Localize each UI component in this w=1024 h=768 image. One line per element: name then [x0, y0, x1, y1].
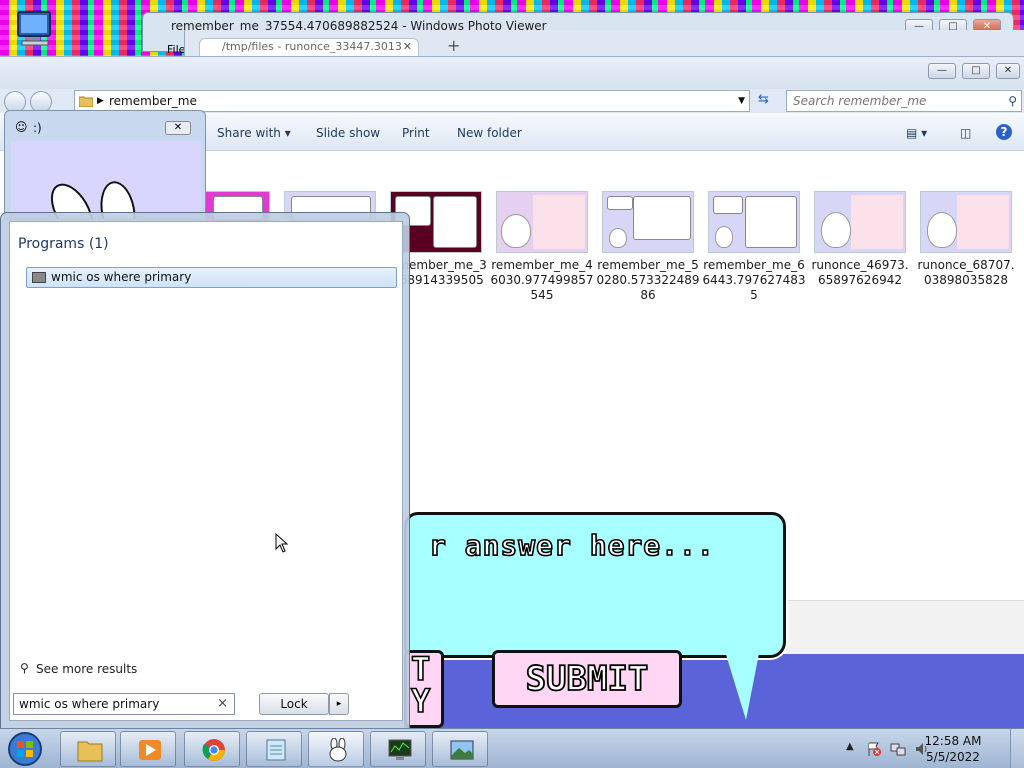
explorer-minimize-button[interactable]: —	[928, 63, 956, 79]
breadcrumb-arrow-icon: ▶	[97, 96, 104, 106]
answer-input[interactable]: r answer here...	[404, 512, 786, 658]
browser-tab[interactable]: /tmp/files - runonce_33447.3013 ✕	[199, 38, 419, 56]
folder-icon	[79, 96, 93, 107]
new-folder-button[interactable]: New folder	[457, 126, 522, 140]
file-thumbnail[interactable]	[496, 191, 588, 253]
see-more-label: See more results	[36, 662, 138, 676]
refresh-icon[interactable]: ⇆	[758, 92, 769, 107]
game-background-strip	[786, 600, 1024, 654]
explorer-close-button[interactable]: ✕	[996, 63, 1020, 79]
see-more-results-link[interactable]: ⚲ See more results	[20, 661, 138, 676]
breadcrumb[interactable]: remember_me	[109, 94, 197, 108]
media-player-icon	[139, 740, 161, 760]
taskbar: ▲ 12:58 AM 5/5/2022	[0, 728, 1024, 768]
new-tab-icon[interactable]: +	[447, 36, 460, 55]
clock-date: 5/5/2022	[926, 750, 980, 764]
lock-button[interactable]: Lock	[259, 693, 329, 715]
search-placeholder: Search remember_me	[793, 94, 927, 108]
taskbar-task-manager[interactable]	[370, 731, 426, 767]
start-search-value: wmic os where primary	[19, 697, 160, 711]
share-with-label: Share with	[217, 126, 281, 140]
slide-show-button[interactable]: Slide show	[316, 126, 380, 140]
taskbar-explorer[interactable]	[60, 731, 116, 767]
monitor-icon	[388, 739, 412, 760]
share-with-button[interactable]: Share with ▾	[217, 126, 291, 140]
magnifier-icon: ⚲	[20, 661, 29, 675]
help-icon[interactable]: ?	[996, 124, 1012, 140]
file-thumbnail[interactable]	[920, 191, 1012, 253]
bunny-app-icon: ☺	[15, 120, 28, 134]
file-name[interactable]: remember_me_46030.977499857545	[490, 258, 594, 303]
shutdown-options-button[interactable]: ▸	[329, 693, 349, 715]
computer-icon[interactable]	[14, 10, 56, 48]
file-thumbnail[interactable]	[708, 191, 800, 253]
print-button[interactable]: Print	[402, 126, 430, 140]
smile-window[interactable]: ☺ :) ✕	[4, 110, 206, 220]
submit-button[interactable]: SUBMIT	[492, 650, 682, 708]
change-view-icon[interactable]: ▤ ▾	[906, 126, 927, 140]
start-menu-footer: wmic os where primary × Lock ▸	[1, 683, 395, 721]
photo-viewer-file-menu[interactable]: File	[167, 43, 185, 56]
taskbar-photo-viewer[interactable]	[432, 731, 488, 767]
bunny-image	[11, 141, 201, 219]
search-icon[interactable]: ⚲	[1008, 91, 1017, 111]
mouse-cursor-icon	[275, 533, 289, 553]
browser-tab-title: /tmp/files - runonce_33447.3013	[222, 40, 402, 53]
address-dropdown-icon[interactable]: ▼	[738, 91, 745, 111]
tab-close-icon[interactable]: ✕	[403, 39, 412, 55]
taskbar-chrome[interactable]	[184, 731, 240, 767]
speech-bubble-tail	[724, 648, 760, 720]
clear-search-icon[interactable]: ×	[217, 694, 228, 714]
file-name[interactable]: runonce_68707.03898035828	[914, 258, 1018, 288]
smile-window-title: :)	[33, 121, 42, 135]
preview-pane-icon[interactable]: ◫	[960, 126, 971, 140]
search-result-item[interactable]: wmic os where primary	[26, 267, 397, 288]
taskbar-bunny-app[interactable]	[308, 731, 364, 767]
partial-game-button[interactable]: T Y	[404, 650, 444, 728]
search-input[interactable]: Search remember_me ⚲	[786, 90, 1022, 112]
file-thumbnail[interactable]	[814, 191, 906, 253]
photo-viewer-icon	[450, 740, 474, 760]
network-icon[interactable]	[890, 741, 906, 757]
file-name[interactable]: remember_me_66443.7976274835	[702, 258, 806, 303]
file-thumbnail[interactable]	[602, 191, 694, 253]
folder-icon	[77, 741, 103, 762]
file-name[interactable]: runonce_46973.65897626942	[808, 258, 912, 288]
clock-time: 12:58 AM	[924, 734, 982, 748]
action-center-flag-icon[interactable]	[866, 741, 882, 757]
bunny-icon	[329, 738, 347, 762]
taskbar-notepad[interactable]	[246, 731, 302, 767]
start-menu-results: Programs (1) wmic os where primary ⚲ See…	[9, 221, 403, 721]
taskbar-media-player[interactable]	[120, 731, 176, 767]
clock[interactable]: 12:58 AM 5/5/2022	[918, 733, 988, 765]
explorer-titlebar[interactable]: — □ ✕	[0, 57, 1024, 89]
search-result-label: wmic os where primary	[51, 270, 192, 284]
start-button[interactable]	[4, 731, 46, 767]
tray-expand-icon[interactable]: ▲	[846, 741, 854, 752]
address-field[interactable]: ▶ remember_me ▼	[74, 90, 750, 112]
chrome-icon	[202, 739, 225, 761]
program-icon	[32, 272, 46, 283]
notepad-icon	[266, 739, 286, 761]
smile-close-button[interactable]: ✕	[165, 121, 191, 135]
browser-window[interactable]: /tmp/files - runonce_33447.3013 ✕ +	[184, 30, 1024, 56]
programs-heading[interactable]: Programs (1)	[18, 236, 109, 252]
explorer-maximize-button[interactable]: □	[962, 63, 990, 79]
file-name[interactable]: remember_me_50280.57332248986	[596, 258, 700, 303]
show-desktop-button[interactable]	[1010, 729, 1024, 768]
start-menu: Programs (1) wmic os where primary ⚲ See…	[0, 212, 410, 730]
answer-placeholder: r answer here...	[428, 528, 715, 563]
start-search-input[interactable]: wmic os where primary ×	[13, 693, 235, 715]
